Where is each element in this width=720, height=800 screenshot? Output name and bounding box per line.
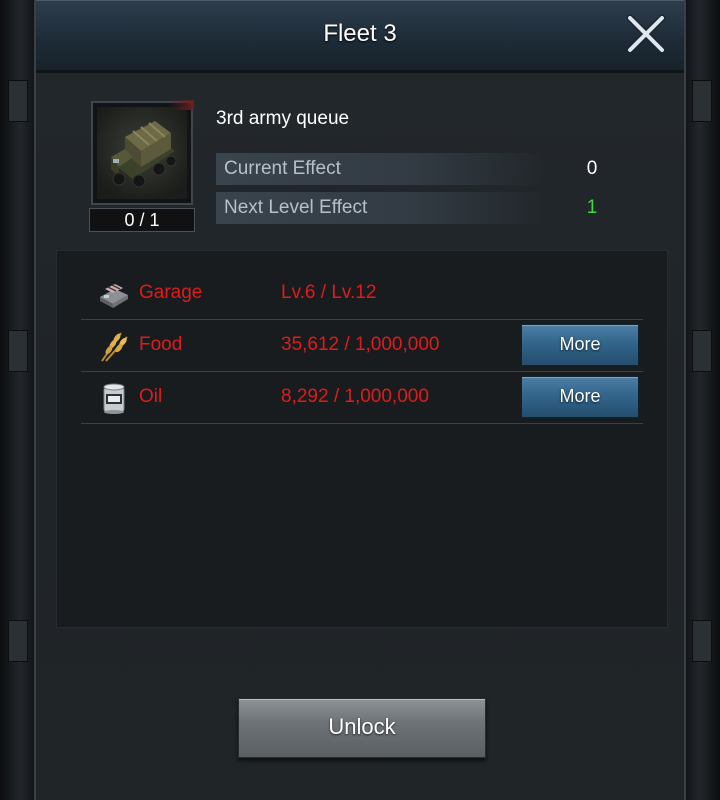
frame-corner-accent [170,100,194,110]
current-effect-value: 0 [586,158,598,179]
next-level-effect-value: 1 [586,197,598,218]
requirements-panel: Garage Lv.6 / Lv.12 Food 35,612 / 1,000,… [56,250,668,628]
rail-notch [8,80,28,122]
food-more-button[interactable]: More [521,324,639,366]
queue-title: 3rd army queue [216,108,350,129]
wheat-icon [101,332,128,362]
requirement-name: Food [139,334,183,355]
oil-can-icon [103,383,125,414]
dialog-title: Fleet 3 [323,20,397,47]
unlock-button[interactable]: Unlock [238,698,486,758]
requirement-row-food: Food 35,612 / 1,000,000 More [81,319,643,372]
rail-notch [692,80,712,122]
current-effect-row: Current Effect 0 [216,153,616,185]
requirement-amount: Lv.6 / Lv.12 [281,282,377,303]
next-level-effect-label: Next Level Effect [224,197,368,218]
close-icon [626,14,666,54]
rail-notch [692,330,712,372]
dialog-header: Fleet 3 [36,0,684,73]
current-effect-label: Current Effect [224,158,341,179]
rail-notch [8,330,28,372]
garage-icon [100,284,128,308]
item-count: 0 / 1 [89,208,195,232]
item-background [97,107,187,199]
military-truck-icon [111,121,177,188]
requirement-row-garage: Garage Lv.6 / Lv.12 [81,267,643,320]
next-level-effect-row: Next Level Effect 1 [216,192,616,224]
close-button[interactable] [626,14,666,54]
rail-notch [692,620,712,662]
requirement-name: Oil [139,386,163,407]
left-frame-rail [0,0,34,800]
requirement-row-oil: Oil 8,292 / 1,000,000 More [81,371,643,424]
right-frame-rail [686,0,720,800]
requirement-amount: 8,292 / 1,000,000 [281,386,429,407]
fleet-dialog: Fleet 3 0 / 1 3rd army queue Current Eff… [34,0,686,800]
oil-more-button[interactable]: More [521,376,639,418]
requirement-amount: 35,612 / 1,000,000 [281,334,440,355]
truck-item-frame [91,100,194,205]
rail-notch [8,620,28,662]
requirement-name: Garage [139,282,203,303]
